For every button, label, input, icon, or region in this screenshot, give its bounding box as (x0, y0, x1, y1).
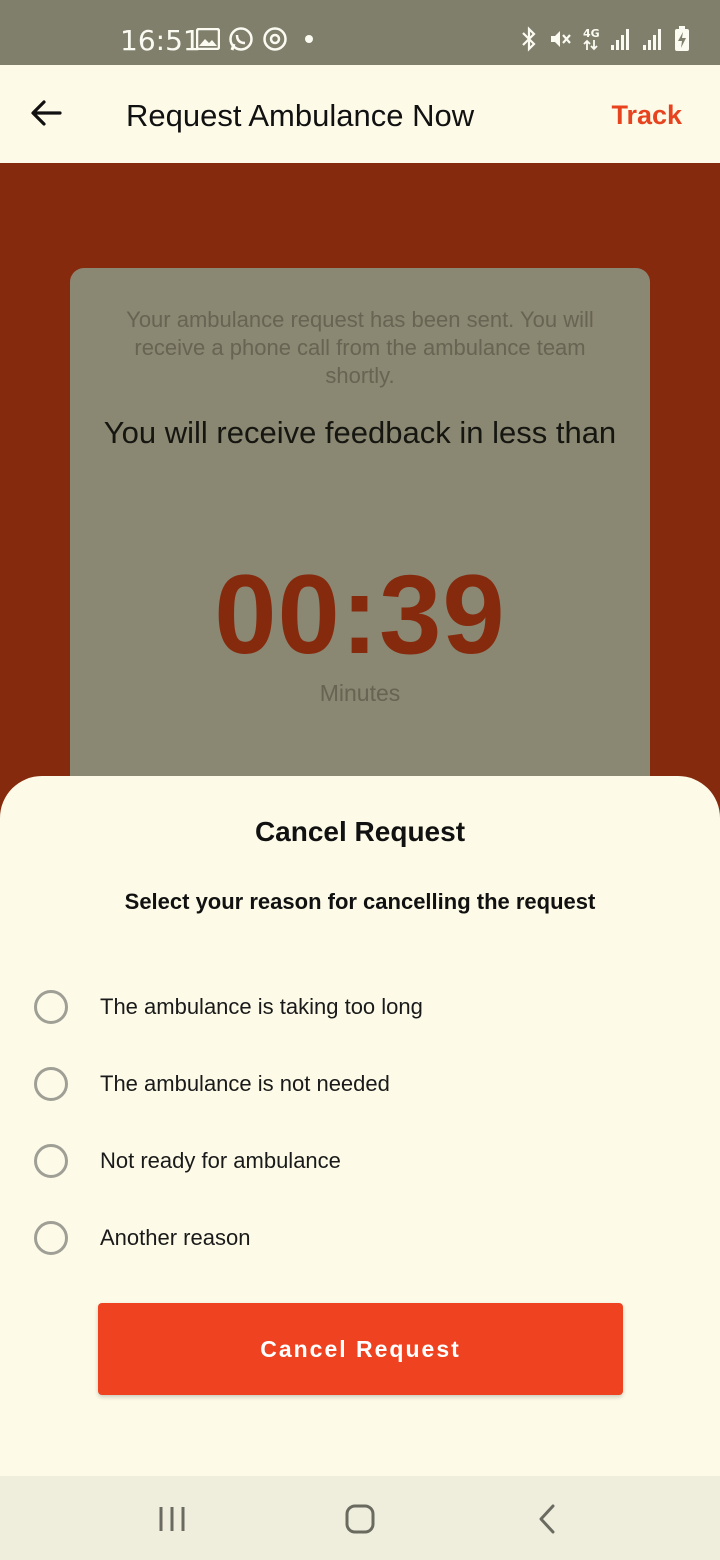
reason-label: The ambulance is taking too long (100, 994, 423, 1019)
cancel-request-sheet: Cancel Request Select your reason for ca… (0, 776, 720, 1476)
page-title: Request Ambulance Now (126, 98, 475, 133)
back-icon[interactable] (528, 1502, 568, 1536)
reason-label: Not ready for ambulance (100, 1148, 341, 1173)
sync-icon (263, 27, 287, 51)
network-4g-icon: 4G (583, 27, 600, 51)
reason-option-not-ready[interactable]: Not ready for ambulance (34, 1141, 341, 1181)
signal-icon (643, 29, 661, 50)
track-button[interactable]: Track (611, 100, 682, 131)
feedback-message: You will receive feedback in less than (103, 415, 617, 450)
status-time: 16:51 (120, 24, 201, 57)
arrow-left-icon[interactable] (28, 95, 64, 131)
status-card: Your ambulance request has been sent. Yo… (70, 268, 650, 828)
dot-icon (305, 35, 313, 43)
sheet-subtitle: Select your reason for cancelling the re… (124, 889, 596, 914)
radio-button[interactable] (34, 990, 68, 1024)
request-status-area: Your ambulance request has been sent. Yo… (0, 163, 720, 863)
svg-text:4G: 4G (583, 27, 600, 40)
whatsapp-icon (229, 27, 253, 51)
radio-button[interactable] (34, 1221, 68, 1255)
request-sent-message: Your ambulance request has been sent. Yo… (126, 307, 594, 388)
image-icon (196, 28, 220, 50)
home-icon[interactable] (340, 1502, 380, 1536)
mute-icon (551, 31, 571, 47)
status-bar: 16:51 4G (0, 0, 720, 65)
status-right-icons: 4G (520, 26, 690, 52)
reason-option-too-long[interactable]: The ambulance is taking too long (34, 987, 423, 1027)
reason-option-not-needed[interactable]: The ambulance is not needed (34, 1064, 390, 1104)
reason-label: Another reason (100, 1225, 251, 1250)
bluetooth-icon (522, 26, 536, 52)
signal-icon (611, 29, 629, 50)
recents-icon[interactable] (152, 1502, 192, 1536)
reason-label: The ambulance is not needed (100, 1071, 390, 1096)
app-bar: Request Ambulance Now Track (0, 65, 720, 163)
battery-charging-icon (675, 26, 689, 51)
reason-option-another[interactable]: Another reason (34, 1218, 250, 1258)
status-left-icons (196, 26, 322, 52)
cancel-request-button[interactable]: Cancel Request (98, 1303, 623, 1395)
system-nav-bar (0, 1476, 720, 1560)
radio-button[interactable] (34, 1067, 68, 1101)
countdown-timer: 00:39 (214, 552, 506, 677)
sheet-title: Cancel Request (254, 816, 466, 847)
countdown-unit: Minutes (319, 680, 401, 706)
radio-button[interactable] (34, 1144, 68, 1178)
